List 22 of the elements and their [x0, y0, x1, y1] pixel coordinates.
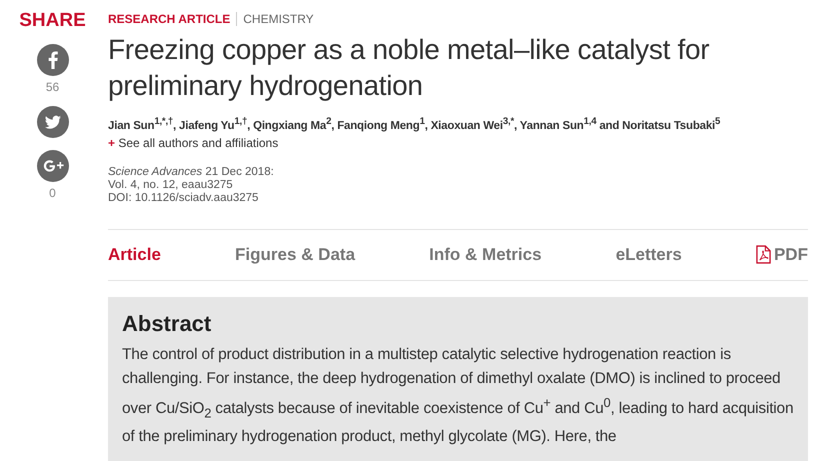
tab[interactable]: Figures & Data [235, 244, 356, 265]
share-title: SHARE [19, 10, 86, 32]
tab[interactable]: eLetters [616, 244, 682, 265]
article-section: CHEMISTRY [237, 12, 314, 26]
tab[interactable]: PDF [756, 244, 808, 265]
author-list: Jian Sun$^{1,*,†}$, Jiafeng Yu$^{1,†}$, Qingxiang Ma$^{2}$, Fanqiong Meng$^{1}$, Xiaoxuan Wei$^{3,*}$, Yannan Sun$^{1,4}$ and Noritatsu Tsubaki$^{5}$ [108, 116, 808, 132]
abstract-heading: Abstract [122, 310, 212, 337]
twitter-icon[interactable] [36, 106, 68, 138]
citation-line: Science Advances 21 Dec 2018: [108, 166, 275, 179]
article-type: RESEARCH ARTICLE [108, 12, 238, 26]
citation-line: Vol. 4, no. 12, eaau3275 [108, 178, 234, 192]
affiliations-link[interactable]: + See all authors and affiliations [108, 136, 278, 150]
abstract-text: The control of product distribution in a multistep catalytic selective hydrogenation reaction is challenging. For instance, the deep hydrogenation of dimethyl oxalate (DMO) is inclined to proceed over Cu/SiO$_{2}$ catalysts because of inevitable coexistence of Cu$^{+}$ and Cu$^{0}$, leading to hard acquisition of the preliminary hydrogenation product, methyl glycolate (MG). Here, the [122, 344, 794, 448]
article-title: Freezing copper as a noble metal–like catalyst for preliminary hydrogenation [108, 33, 710, 103]
share-count: 56 [46, 80, 60, 94]
tab[interactable]: Info & Metrics [429, 244, 542, 265]
pdf-icon [756, 245, 771, 264]
google-plus-icon[interactable] [36, 150, 68, 182]
tab[interactable]: Article [108, 244, 161, 265]
citation-line: DOI: 10.1126/sciadv.aau3275 [108, 192, 260, 205]
share-count: 0 [49, 186, 56, 200]
facebook-icon[interactable] [36, 44, 68, 76]
